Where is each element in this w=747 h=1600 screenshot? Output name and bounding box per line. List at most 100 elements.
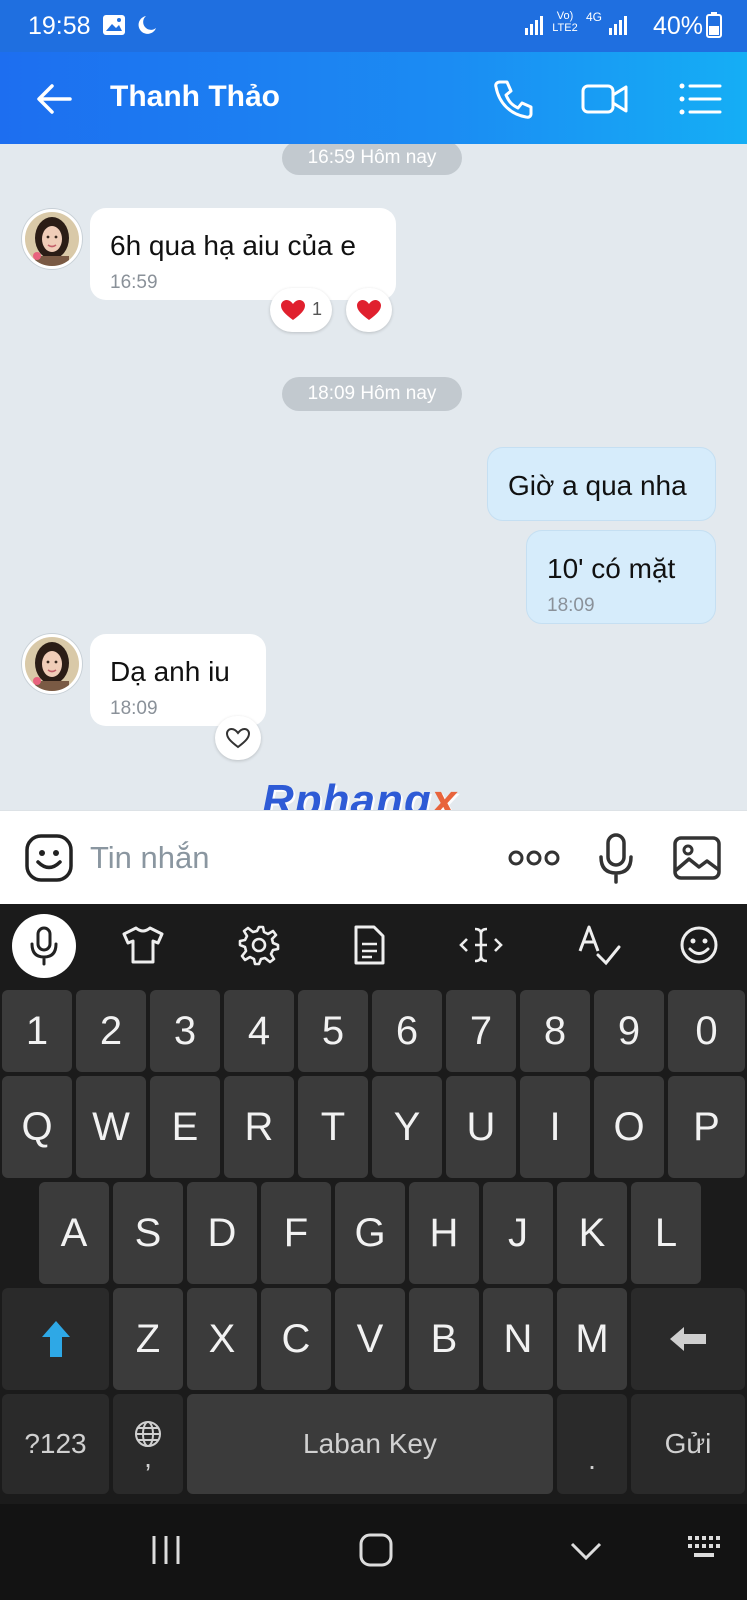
key-3[interactable]: 3 (150, 990, 220, 1072)
send-key[interactable]: Gửi (631, 1394, 745, 1494)
message-bubble-outgoing[interactable]: 10' có mặt 18:09 (526, 530, 716, 624)
network-4g-label: 4G (586, 10, 603, 24)
spell-check-icon[interactable] (570, 916, 628, 974)
reaction-count: 1 (311, 299, 322, 319)
key-k[interactable]: K (557, 1182, 627, 1284)
image-picker-icon[interactable] (672, 835, 722, 886)
message-time: 18:09 (547, 595, 595, 616)
key-o[interactable]: O (594, 1076, 664, 1178)
back-chevron-icon[interactable] (568, 1532, 604, 1573)
message-text: 6h qua hạ aiu của e (110, 230, 356, 261)
keyboard-voice-input-icon[interactable] (12, 914, 76, 978)
comma-label: , (144, 1442, 152, 1473)
key-0[interactable]: 0 (668, 990, 745, 1072)
voice-message-icon[interactable] (598, 833, 634, 890)
key-p[interactable]: P (668, 1076, 745, 1178)
message-list[interactable]: 16:59 Hôm nay 6h qua hạ aiu của e 16:59 … (0, 144, 747, 810)
message-input[interactable]: Tin nhắn (90, 840, 210, 876)
message-text: Dạ anh iu (110, 656, 230, 687)
space-key[interactable]: Laban Key (187, 1394, 553, 1494)
key-a[interactable]: A (39, 1182, 109, 1284)
key-9[interactable]: 9 (594, 990, 664, 1072)
signal-1-icon (524, 14, 546, 41)
message-bubble-incoming[interactable]: Dạ anh iu 18:09 (90, 634, 266, 726)
message-time: 16:59 (110, 272, 158, 293)
back-arrow-icon[interactable] (30, 74, 80, 124)
key-t[interactable]: T (298, 1076, 368, 1178)
key-x[interactable]: X (187, 1288, 257, 1390)
keyboard-toolbar (0, 904, 747, 986)
emoji-sticker-icon[interactable] (24, 833, 74, 888)
phone-icon[interactable] (488, 74, 538, 124)
key-y[interactable]: Y (372, 1076, 442, 1178)
key-g[interactable]: G (335, 1182, 405, 1284)
key-q[interactable]: Q (2, 1076, 72, 1178)
key-n[interactable]: N (483, 1288, 553, 1390)
key-2[interactable]: 2 (76, 990, 146, 1072)
sleep-mode-icon (134, 14, 160, 41)
video-call-icon[interactable] (580, 74, 630, 124)
key-f[interactable]: F (261, 1182, 331, 1284)
message-text: 10' có mặt (547, 553, 676, 584)
message-composer: Tin nhắn (0, 810, 747, 904)
key-v[interactable]: V (335, 1288, 405, 1390)
key-s[interactable]: S (113, 1182, 183, 1284)
system-navigation-bar (0, 1504, 747, 1600)
date-separator: 16:59 Hôm nay (282, 144, 462, 175)
emoji-keyboard-icon[interactable] (670, 916, 728, 974)
key-1[interactable]: 1 (2, 990, 72, 1072)
menu-list-icon[interactable] (676, 74, 726, 124)
lte-label: Vo) LTE2 (552, 10, 578, 34)
keyboard-settings-gear-icon[interactable] (230, 916, 288, 974)
home-icon[interactable] (358, 1532, 394, 1573)
key-4[interactable]: 4 (224, 990, 294, 1072)
react-heart-button[interactable] (215, 716, 261, 760)
key-7[interactable]: 7 (446, 990, 516, 1072)
key-z[interactable]: Z (113, 1288, 183, 1390)
gallery-notification-icon (102, 14, 126, 41)
reaction-summary[interactable]: 1 (270, 288, 332, 332)
recent-apps-icon[interactable] (148, 1532, 184, 1573)
clipboard-document-icon[interactable] (340, 916, 398, 974)
key-u[interactable]: U (446, 1076, 516, 1178)
react-heart-button[interactable] (346, 288, 392, 332)
soft-keyboard: 1 2 3 4 5 6 7 8 9 0 Q W E R T Y U I O P … (0, 986, 747, 1504)
battery-percent: 40% (652, 12, 703, 40)
date-separator: 18:09 Hôm nay (282, 377, 462, 411)
signal-2-icon (608, 14, 630, 41)
status-bar: 19:58 Vo) LTE2 4G 40% (0, 0, 747, 52)
key-5[interactable]: 5 (298, 990, 368, 1072)
key-8[interactable]: 8 (520, 990, 590, 1072)
symbols-key[interactable]: ?123 (2, 1394, 109, 1494)
message-bubble-outgoing[interactable]: Giờ a qua nha (487, 447, 716, 521)
key-r[interactable]: R (224, 1076, 294, 1178)
shift-key[interactable] (2, 1288, 109, 1390)
backspace-key[interactable] (631, 1288, 745, 1390)
key-l[interactable]: L (631, 1182, 701, 1284)
key-e[interactable]: E (150, 1076, 220, 1178)
key-w[interactable]: W (76, 1076, 146, 1178)
text-cursor-icon[interactable] (452, 916, 510, 974)
keyboard-hide-icon[interactable] (686, 1534, 724, 1569)
avatar[interactable] (22, 634, 82, 694)
key-6[interactable]: 6 (372, 990, 442, 1072)
status-time: 19:58 (28, 12, 91, 40)
key-d[interactable]: D (187, 1182, 257, 1284)
more-options-icon[interactable] (508, 849, 560, 872)
message-bubble-incoming[interactable]: 6h qua hạ aiu của e 16:59 (90, 208, 396, 300)
key-b[interactable]: B (409, 1288, 479, 1390)
key-i[interactable]: I (520, 1076, 590, 1178)
period-key[interactable]: . (557, 1394, 627, 1494)
avatar[interactable] (22, 209, 82, 269)
key-j[interactable]: J (483, 1182, 553, 1284)
keyboard-theme-icon[interactable] (114, 916, 172, 974)
watermark-logo: Rphangx (262, 776, 458, 810)
key-h[interactable]: H (409, 1182, 479, 1284)
battery-icon (706, 12, 722, 43)
key-c[interactable]: C (261, 1288, 331, 1390)
language-key[interactable]: , (113, 1394, 183, 1494)
message-time: 18:09 (110, 698, 158, 719)
contact-name[interactable]: Thanh Thảo (110, 80, 280, 114)
key-m[interactable]: M (557, 1288, 627, 1390)
chat-header: Thanh Thảo (0, 52, 747, 144)
